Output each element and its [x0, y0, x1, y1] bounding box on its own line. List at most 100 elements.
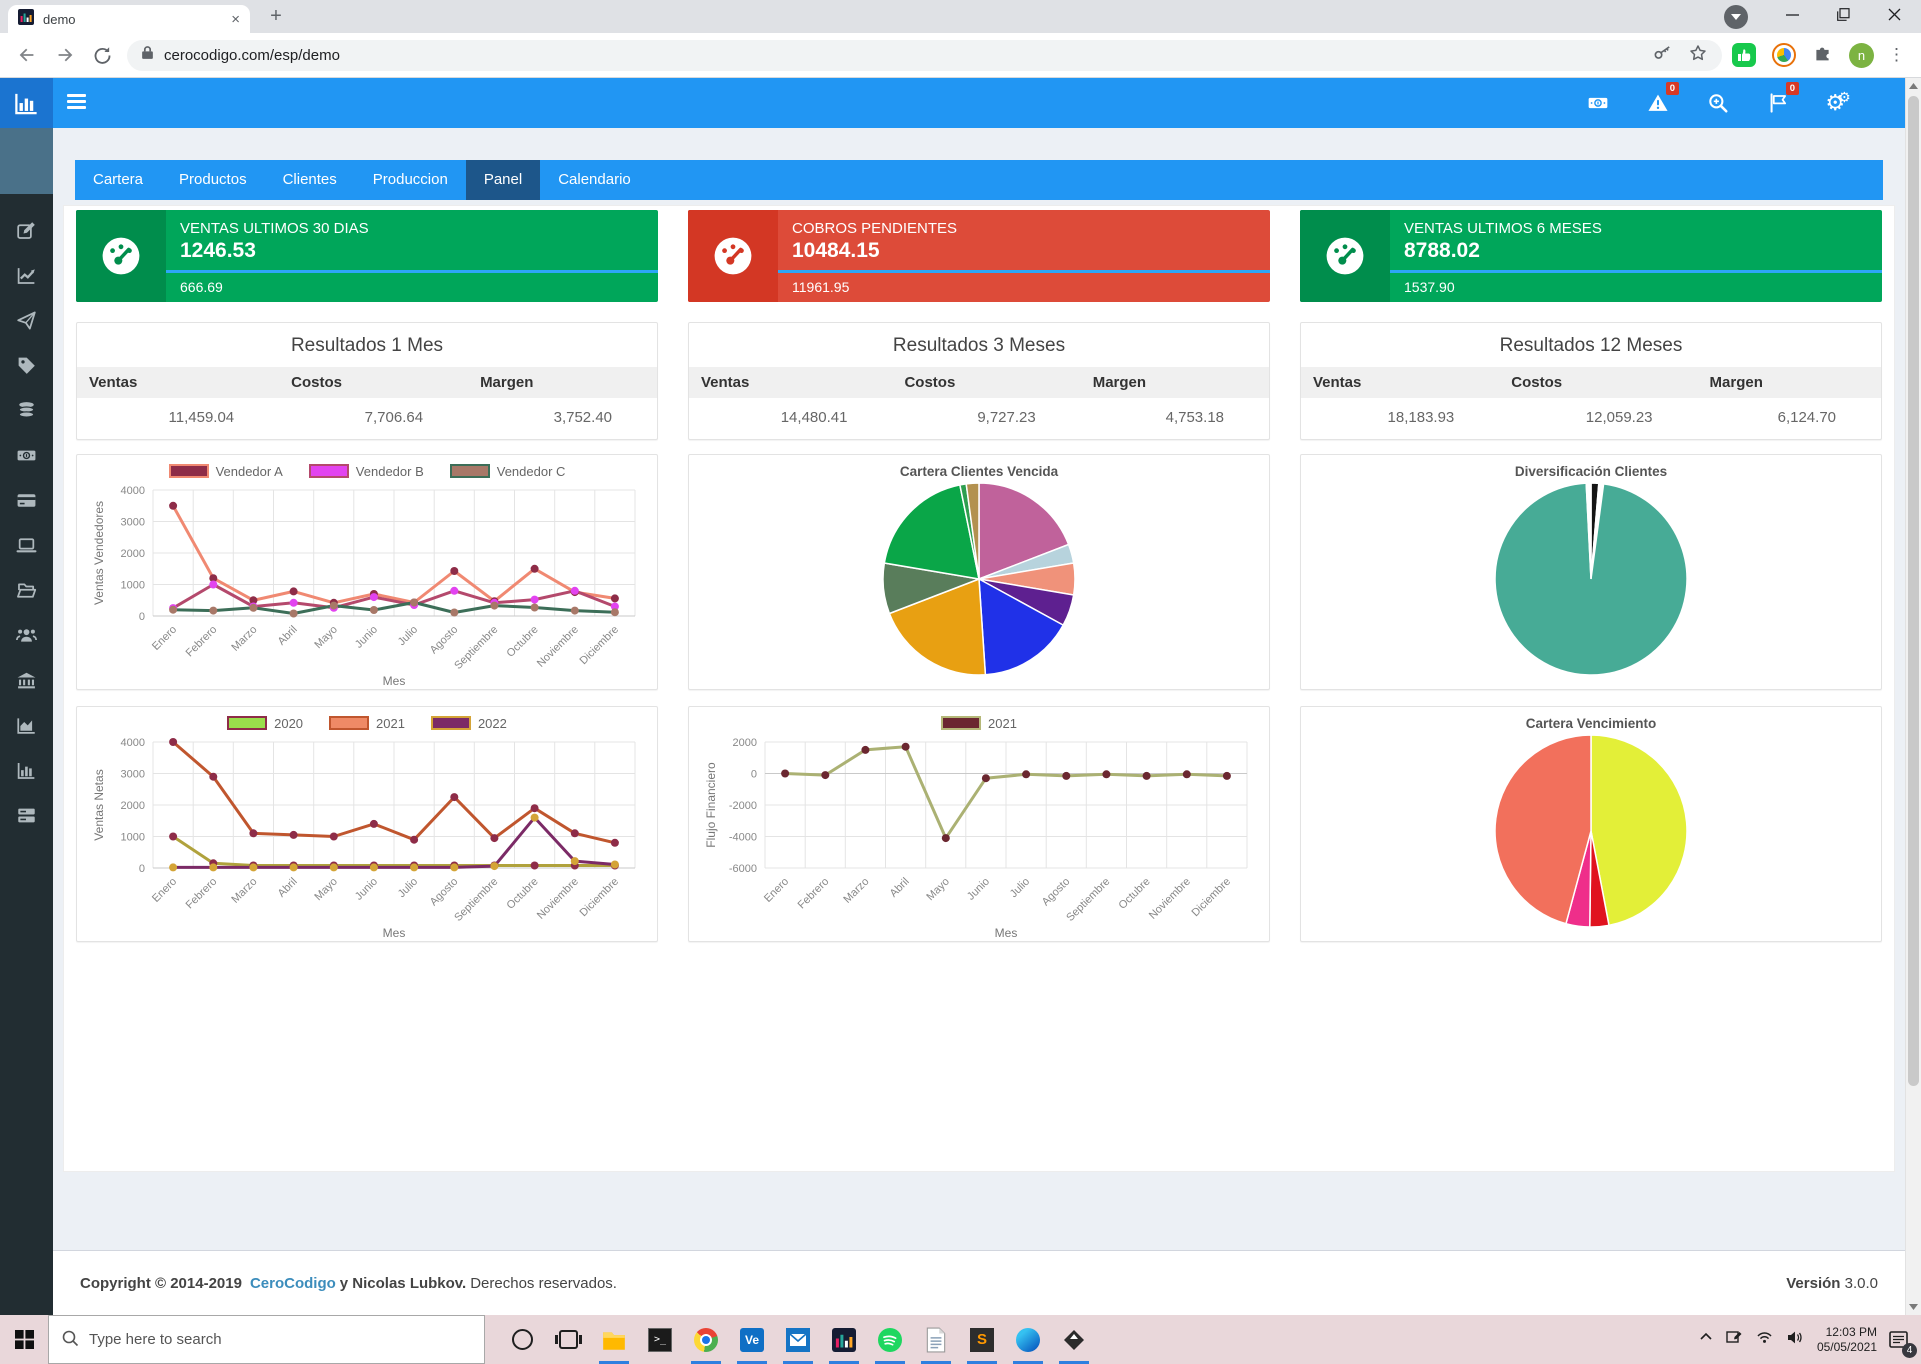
tab-clientes[interactable]: Clientes [265, 160, 355, 200]
tab-close-icon[interactable]: × [231, 12, 240, 27]
svg-text:Agosto: Agosto [428, 876, 461, 909]
volume-icon[interactable] [1786, 1330, 1803, 1350]
taskbar-icon-sublime[interactable]: S [959, 1315, 1005, 1364]
taskbar-icon-vs-app[interactable]: Ve [729, 1315, 775, 1364]
legend-item[interactable]: 2021 [329, 716, 405, 731]
sidebar-item-folder-open-icon[interactable] [0, 568, 53, 613]
taskbar-icon-edge[interactable] [1005, 1315, 1051, 1364]
globe-extension-icon[interactable] [1772, 43, 1796, 67]
wifi-icon[interactable] [1756, 1330, 1773, 1349]
taskbar-icon-terminal[interactable]: >_ [637, 1315, 683, 1364]
taskbar-icon-cortana[interactable] [499, 1315, 545, 1364]
tab-produccion[interactable]: Produccion [355, 160, 466, 200]
gears-icon[interactable]: ⚙⚙ [1825, 88, 1851, 118]
scrollbar-thumb[interactable] [1908, 96, 1919, 1086]
info-box: COBROS PENDIENTES10484.1511961.95 [688, 210, 1270, 302]
svg-text:2000: 2000 [121, 548, 145, 560]
reload-icon[interactable] [92, 45, 113, 66]
window-close-button[interactable] [1888, 8, 1901, 26]
column-header: Margen [468, 367, 657, 398]
table-header-row: VentasCostosMargen [1301, 367, 1881, 398]
password-key-icon[interactable] [1653, 43, 1672, 67]
svg-text:0: 0 [751, 769, 757, 781]
thumbs-up-extension-icon[interactable] [1732, 43, 1756, 67]
window-minimize-button[interactable] [1786, 8, 1799, 26]
table-header-row: VentasCostosMargen [689, 367, 1269, 398]
taskbar-icon-mail[interactable] [775, 1315, 821, 1364]
flag-icon[interactable]: 0 [1765, 88, 1791, 118]
sidebar-item-chart-line-icon[interactable] [0, 253, 53, 298]
bookmark-star-icon[interactable] [1688, 43, 1708, 68]
scroll-up-icon[interactable] [1906, 78, 1921, 94]
sidebar-item-university-icon[interactable] [0, 658, 53, 703]
address-bar[interactable]: cerocodigo.com/esp/demo [127, 40, 1722, 71]
scroll-down-icon[interactable] [1906, 1299, 1921, 1315]
legend-item[interactable]: 2021 [941, 716, 1017, 731]
chart-card-ventas-netas: 20202021202201000200030004000EneroFebrer… [76, 706, 658, 942]
taskbar-icon-document-app[interactable] [913, 1315, 959, 1364]
svg-text:Mes: Mes [995, 926, 1018, 940]
browser-menu-icon[interactable]: ⋮ [1888, 45, 1905, 65]
taskbar-icon-file-explorer[interactable] [591, 1315, 637, 1364]
sidebar-item-database-icon[interactable] [0, 388, 53, 433]
sidebar-item-credit-card-icon[interactable] [0, 478, 53, 523]
taskbar-apps: >_ Ve S [499, 1315, 1097, 1364]
tray-tablet-icon[interactable] [1726, 1330, 1743, 1350]
legend-item[interactable]: Vendedor A [169, 464, 283, 479]
forward-icon[interactable] [54, 44, 76, 66]
sidebar-item-server-icon[interactable] [0, 793, 53, 838]
money-icon[interactable] [1585, 88, 1611, 118]
new-tab-button[interactable]: + [262, 3, 290, 31]
taskbar-icon-inkscape[interactable] [1051, 1315, 1097, 1364]
tray-chevron-icon[interactable] [1699, 1330, 1713, 1349]
table-cell: 3,752.40 [468, 398, 657, 426]
legend-item[interactable]: 2022 [431, 716, 507, 731]
sidebar-item-area-chart-icon[interactable] [0, 703, 53, 748]
extensions-puzzle-icon[interactable] [1812, 42, 1833, 68]
taskbar-icon-chrome[interactable] [683, 1315, 729, 1364]
window-restore-button[interactable] [1837, 8, 1850, 26]
legend-item[interactable]: Vendedor C [450, 464, 566, 479]
start-button[interactable] [0, 1315, 48, 1364]
sidebar-item-money-icon[interactable] [0, 433, 53, 478]
sidebar-item-tag-icon[interactable] [0, 343, 53, 388]
legend-item[interactable]: Vendedor B [309, 464, 424, 479]
taskbar-icon-spotify[interactable] [867, 1315, 913, 1364]
taskbar-icon-dashboard-app[interactable] [821, 1315, 867, 1364]
tab-cartera[interactable]: Cartera [75, 160, 161, 200]
svg-text:Junio: Junio [965, 876, 992, 903]
svg-text:-2000: -2000 [729, 800, 757, 812]
search-input[interactable]: Type here to search [48, 1315, 485, 1364]
browser-update-icon[interactable] [1724, 5, 1748, 29]
app-logo[interactable] [0, 78, 53, 128]
line-chart: 20000-2000-4000-6000EneroFebreroMarzoAbr… [701, 732, 1257, 942]
tab-panel[interactable]: Panel [466, 160, 540, 200]
browser-tab[interactable]: demo × [8, 5, 250, 33]
sidebar-toggle-button[interactable] [67, 94, 86, 112]
search-plus-icon[interactable] [1705, 88, 1731, 118]
info-box-body: COBROS PENDIENTES10484.1511961.95 [778, 210, 1270, 302]
sidebar-item-edit-icon[interactable] [0, 208, 53, 253]
sidebar-item-laptop-icon[interactable] [0, 523, 53, 568]
svg-text:Febrero: Febrero [796, 876, 832, 912]
svg-text:1000: 1000 [121, 580, 145, 592]
sidebar-item-bar-chart-icon[interactable] [0, 748, 53, 793]
user-panel[interactable] [0, 128, 53, 194]
notification-center-button[interactable]: 4 [1877, 1315, 1921, 1364]
sidebar-item-paper-plane-icon[interactable] [0, 298, 53, 343]
tab-calendario[interactable]: Calendario [540, 160, 649, 200]
warning-icon[interactable]: 0 [1645, 88, 1671, 118]
back-icon[interactable] [16, 44, 38, 66]
legend-item[interactable]: 2020 [227, 716, 303, 731]
taskbar-icon-task-view[interactable] [545, 1315, 591, 1364]
svg-text:Mes: Mes [383, 926, 406, 940]
url-text[interactable]: cerocodigo.com/esp/demo [164, 47, 1653, 64]
page-scrollbar[interactable] [1905, 78, 1921, 1315]
brand-link[interactable]: CeroCodigo [250, 1275, 336, 1292]
profile-avatar[interactable]: n [1849, 43, 1874, 68]
taskbar-clock[interactable]: 12:03 PM 05/05/2021 [1817, 1325, 1877, 1355]
sidebar-item-users-icon[interactable] [0, 613, 53, 658]
svg-text:Agosto: Agosto [1040, 876, 1073, 909]
tab-productos[interactable]: Productos [161, 160, 265, 200]
chart-title: Cartera Clientes Vencida [689, 464, 1269, 479]
